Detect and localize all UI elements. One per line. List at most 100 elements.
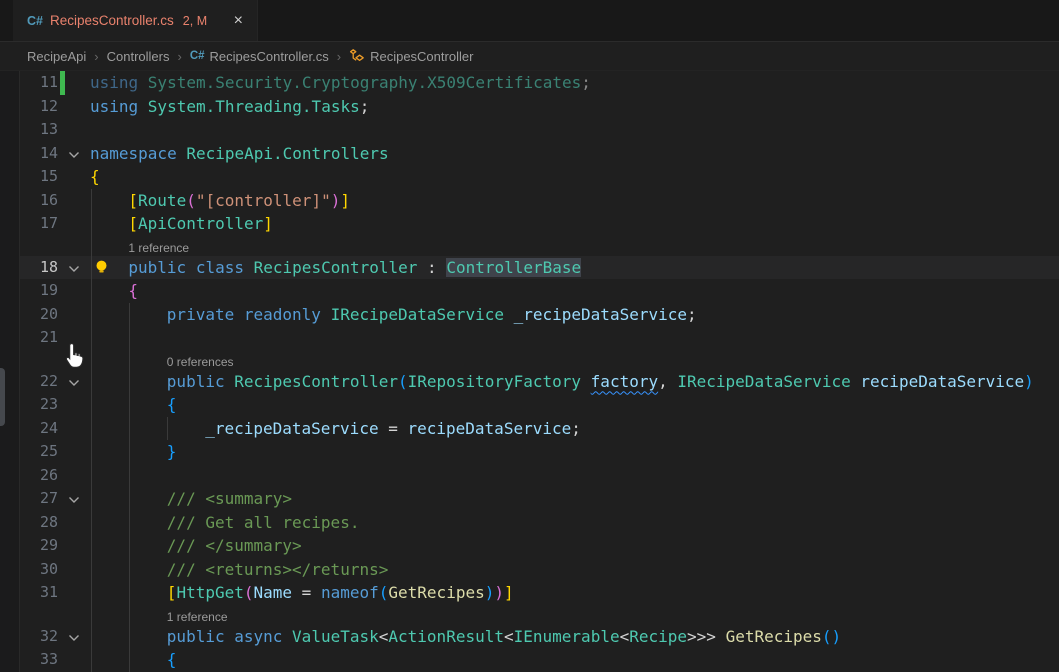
code-text[interactable]: {	[128, 279, 138, 303]
code-line[interactable]: 22 public RecipesController(IRepositoryFa…	[0, 370, 1059, 394]
code-line[interactable]: 32 public async ValueTask<ActionResult<IE…	[0, 625, 1059, 649]
line-number[interactable]: 20	[20, 303, 58, 327]
code-text[interactable]: /// <summary>	[167, 487, 292, 511]
line-number[interactable]: 22	[20, 370, 58, 394]
code-text[interactable]: namespace RecipeApi.Controllers	[90, 142, 389, 166]
code-text[interactable]: /// </summary>	[167, 534, 302, 558]
code-text[interactable]: {	[90, 165, 100, 189]
indent-guide	[129, 625, 130, 649]
code-text[interactable]: [Route("[controller]")]	[128, 189, 350, 213]
code-line[interactable]: 28 /// Get all recipes.	[0, 511, 1059, 535]
line-number[interactable]: 26	[20, 464, 58, 488]
code-text[interactable]: public RecipesController(IRepositoryFact…	[167, 370, 1034, 394]
code-line[interactable]: 25}	[0, 440, 1059, 464]
code-line[interactable]: 30 /// <returns></returns>	[0, 558, 1059, 582]
fold-chevron-icon[interactable]	[66, 260, 82, 276]
line-number[interactable]: 16	[20, 189, 58, 213]
indent-guide	[129, 558, 130, 582]
code-text[interactable]: [ApiController]	[128, 212, 273, 236]
code-text[interactable]: {	[167, 393, 177, 417]
code-line[interactable]: 20 private readonly IRecipeDataService _r…	[0, 303, 1059, 327]
code-line[interactable]: 12 using System.Threading.Tasks;	[0, 95, 1059, 119]
fold-chevron-icon[interactable]	[66, 146, 82, 162]
codelens-references[interactable]: 1 reference	[128, 238, 189, 258]
code-line[interactable]: 19 {	[0, 279, 1059, 303]
code-text[interactable]: }	[167, 440, 177, 464]
code-line[interactable]: 21	[0, 326, 1059, 350]
token: ;	[581, 73, 591, 92]
code-text[interactable]: _recipeDataService = recipeDataService;	[205, 417, 581, 441]
code-line[interactable]: 11 using System.Security.Cryptography.X50…	[0, 71, 1059, 95]
line-number[interactable]: 17	[20, 212, 58, 236]
indent-guide	[91, 303, 92, 327]
code-area: 11 using System.Security.Cryptography.X50…	[0, 71, 1059, 672]
line-number[interactable]: 19	[20, 279, 58, 303]
line-number[interactable]: 24	[20, 417, 58, 441]
code-line[interactable]: 24 _recipeDataService = recipeDataService…	[0, 417, 1059, 441]
token: IRepositoryFactory	[408, 372, 581, 391]
token	[581, 372, 591, 391]
codelens-row[interactable]: 0 references	[0, 350, 1059, 370]
line-number[interactable]: 14	[20, 142, 58, 166]
code-text[interactable]: /// <returns></returns>	[167, 558, 389, 582]
code-line[interactable]: 23 {	[0, 393, 1059, 417]
breadcrumb-item-controllers[interactable]: Controllers	[107, 49, 170, 64]
line-number[interactable]: 27	[20, 487, 58, 511]
indent-guide	[91, 236, 92, 256]
codelens-references[interactable]: 0 references	[167, 352, 234, 372]
code-line[interactable]: 17 [ApiController]	[0, 212, 1059, 236]
indent-guide	[91, 625, 92, 649]
fold-chevron-icon[interactable]	[66, 629, 82, 645]
code-line[interactable]: 29 /// </summary>	[0, 534, 1059, 558]
code-text[interactable]: using System.Security.Cryptography.X509C…	[90, 71, 591, 95]
tab-recipescontroller[interactable]: C# RecipesController.cs 2, M ×	[13, 0, 258, 41]
fold-chevron-icon[interactable]	[66, 491, 82, 507]
close-icon[interactable]: ×	[230, 11, 247, 31]
line-number[interactable]: 28	[20, 511, 58, 535]
token: public	[128, 258, 186, 277]
breadcrumb-item-class[interactable]: RecipesController	[349, 48, 473, 64]
code-line[interactable]: 31 [HttpGet(Name = nameof(GetRecipes))]	[0, 581, 1059, 605]
line-number[interactable]: 18	[20, 256, 58, 280]
code-text[interactable]: private readonly IRecipeDataService _rec…	[167, 303, 697, 327]
token: ;	[571, 419, 581, 438]
breadcrumb-item-file[interactable]: C# RecipesController.cs	[190, 49, 329, 64]
code-line[interactable]: 33 {	[0, 648, 1059, 672]
line-number[interactable]: 30	[20, 558, 58, 582]
line-number[interactable]: 32	[20, 625, 58, 649]
line-number[interactable]: 33	[20, 648, 58, 672]
code-text[interactable]: public class RecipesController : Control…	[128, 256, 581, 280]
left-rail-scroll-thumb[interactable]	[0, 368, 5, 426]
code-text[interactable]: [HttpGet(Name = nameof(GetRecipes))]	[167, 581, 514, 605]
token: System.Threading.Tasks	[148, 97, 360, 116]
code-text[interactable]: using System.Threading.Tasks;	[90, 95, 369, 119]
code-line[interactable]: 26	[0, 464, 1059, 488]
line-number[interactable]: 11	[20, 71, 58, 95]
code-line[interactable]: 15 {	[0, 165, 1059, 189]
code-text[interactable]: public async ValueTask<ActionResult<IEnu…	[167, 625, 841, 649]
line-number[interactable]: 31	[20, 581, 58, 605]
line-number[interactable]: 13	[20, 118, 58, 142]
line-number[interactable]: 23	[20, 393, 58, 417]
code-line[interactable]: 13	[0, 118, 1059, 142]
token: async	[234, 627, 282, 646]
line-number[interactable]: 21	[20, 326, 58, 350]
codelens-row[interactable]: 1 reference	[0, 605, 1059, 625]
codelens-references[interactable]: 1 reference	[167, 607, 228, 627]
codelens-row[interactable]: 1 reference	[0, 236, 1059, 256]
code-line[interactable]: 27 /// <summary>	[0, 487, 1059, 511]
code-line[interactable]: 14 namespace RecipeApi.Controllers	[0, 142, 1059, 166]
line-number[interactable]: 15	[20, 165, 58, 189]
line-number[interactable]: 29	[20, 534, 58, 558]
code-text[interactable]: /// Get all recipes.	[167, 511, 360, 535]
line-number[interactable]: 12	[20, 95, 58, 119]
indent-guide	[129, 370, 130, 394]
code-text[interactable]: {	[167, 648, 177, 672]
lightbulb-icon[interactable]	[93, 259, 110, 276]
line-number[interactable]: 25	[20, 440, 58, 464]
token: _recipeDataService	[205, 419, 378, 438]
code-line[interactable]: 18 public class RecipesController : Contr…	[0, 256, 1059, 280]
breadcrumb-item-recipeapi[interactable]: RecipeApi	[27, 49, 86, 64]
code-line[interactable]: 16 [Route("[controller]")]	[0, 189, 1059, 213]
fold-chevron-icon[interactable]	[66, 374, 82, 390]
